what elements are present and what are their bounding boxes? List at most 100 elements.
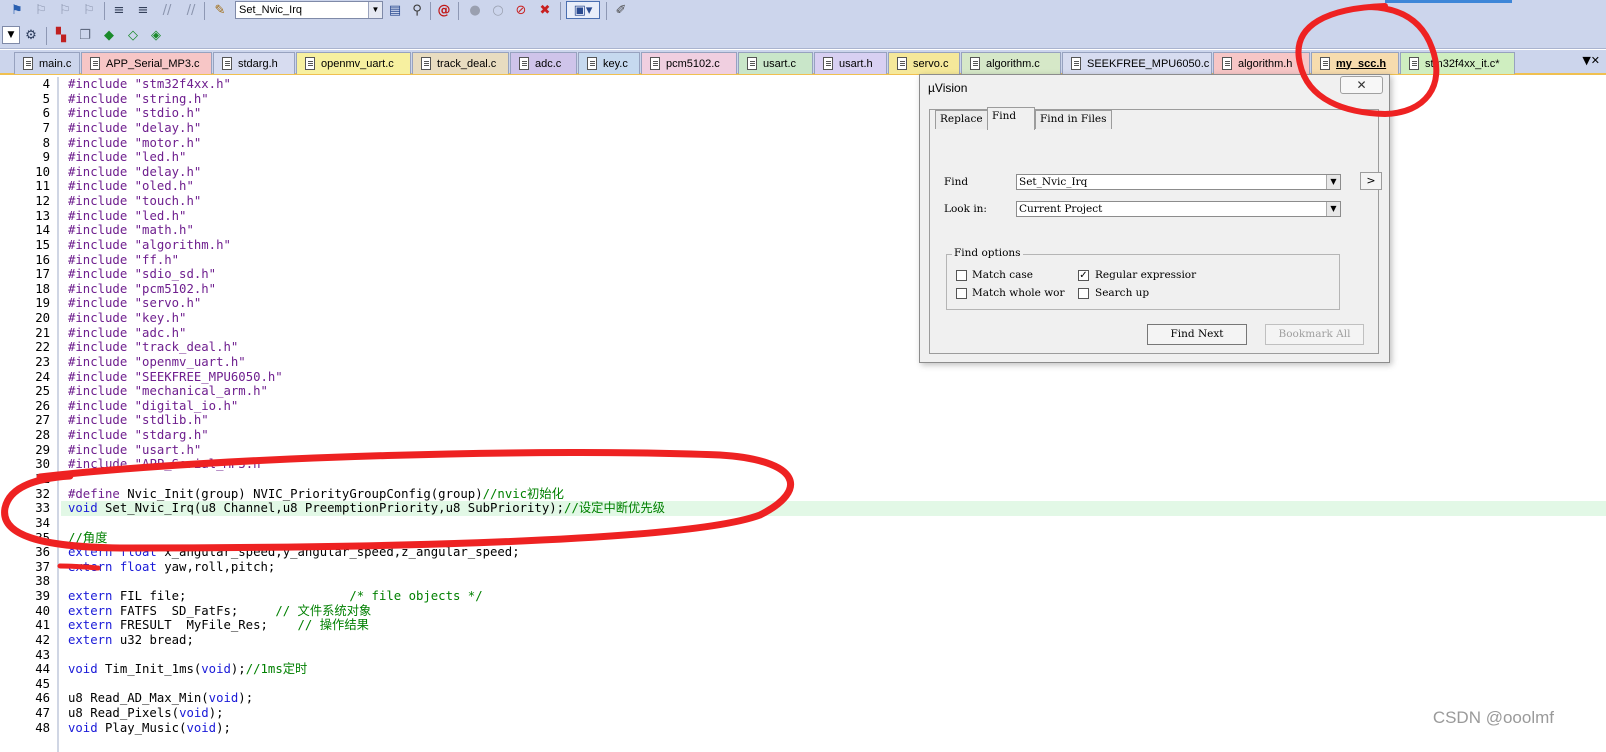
tab-algorithm-c[interactable]: algorithm.c bbox=[961, 52, 1061, 74]
window-layout-icon[interactable]: ▣▾ bbox=[566, 1, 600, 19]
indent-icon[interactable]: ≡ bbox=[110, 1, 128, 19]
code-line[interactable]: #include "servo.h" bbox=[68, 296, 201, 311]
match-case-checkbox[interactable] bbox=[956, 270, 967, 281]
tab-find-in-files[interactable]: Find in Files bbox=[1035, 110, 1112, 129]
options-icon[interactable]: ⚙ bbox=[22, 26, 40, 44]
code-line[interactable]: #include "sdio_sd.h" bbox=[68, 267, 216, 282]
disable-breakpoint-icon[interactable]: ○ bbox=[489, 1, 507, 19]
breakpoint-icon[interactable]: ● bbox=[466, 1, 484, 19]
configure-icon[interactable]: ✐ bbox=[612, 1, 630, 19]
code-line[interactable]: #include "stdlib.h" bbox=[68, 413, 209, 428]
tab-stm32f4xx-it-c[interactable]: stm32f4xx_it.c* bbox=[1400, 52, 1515, 74]
chevron-down-icon[interactable]: ▼ bbox=[2, 26, 20, 44]
unindent-icon[interactable]: ≡ bbox=[134, 1, 152, 19]
look-in-select[interactable]: Current Project ▼ bbox=[1016, 201, 1341, 217]
tab-stdarg-h[interactable]: stdarg.h bbox=[213, 52, 295, 74]
clear-bookmarks-icon[interactable]: ⚐ bbox=[80, 1, 98, 19]
code-line[interactable]: void Tim_Init_1ms(void);//1ms定时 bbox=[68, 662, 307, 677]
code-line[interactable]: #include "touch.h" bbox=[68, 194, 201, 209]
next-bookmark-icon[interactable]: ⚐ bbox=[32, 1, 50, 19]
tab-pcm5102-c[interactable]: pcm5102.c bbox=[641, 52, 737, 74]
code-line[interactable]: #include "oled.h" bbox=[68, 179, 194, 194]
tab-seekfree-mpu6050-c[interactable]: SEEKFREE_MPU6050.c bbox=[1062, 52, 1212, 74]
code-line[interactable]: #include "pcm5102.h" bbox=[68, 282, 216, 297]
regular-expression-checkbox[interactable]: ✓ bbox=[1078, 270, 1089, 281]
copy-icon[interactable]: ❐ bbox=[76, 26, 94, 44]
chevron-down-icon[interactable]: ▼ bbox=[1326, 175, 1340, 189]
code-line[interactable]: extern float yaw,roll,pitch; bbox=[68, 560, 275, 575]
find-in-files-icon[interactable]: ▤ bbox=[386, 1, 404, 19]
select-pack-icon[interactable]: ◇ bbox=[124, 26, 142, 44]
manage-project-icon[interactable]: ▚ bbox=[52, 26, 70, 44]
prev-bookmark-icon[interactable]: ⚐ bbox=[56, 1, 74, 19]
debug-icon[interactable]: @ bbox=[435, 1, 453, 19]
find-next-button[interactable]: Find Next bbox=[1147, 324, 1247, 345]
code-line[interactable]: #include "string.h" bbox=[68, 92, 209, 107]
code-line[interactable]: u8 Read_AD_Max_Min(void); bbox=[68, 691, 253, 706]
code-line[interactable]: #define Nvic_Init(group) NVIC_PriorityGr… bbox=[68, 487, 564, 502]
code-line[interactable]: u8 Read_Pixels(void); bbox=[68, 706, 224, 721]
tab-my-scc-h[interactable]: my_scc.h bbox=[1311, 52, 1399, 74]
code-token: #include bbox=[68, 384, 135, 399]
tab-list-dropdown-icon[interactable]: ▼✕ bbox=[1582, 54, 1600, 67]
match-whole-word-checkbox[interactable] bbox=[956, 288, 967, 299]
find-input[interactable]: Set_Nvic_Irq ▼ bbox=[1016, 174, 1341, 190]
code-line[interactable]: #include "adc.h" bbox=[68, 326, 186, 341]
tab-usart-c[interactable]: usart.c bbox=[738, 52, 813, 74]
code-line[interactable]: extern FIL file; /* file objects */ bbox=[68, 589, 483, 604]
code-line[interactable]: #include "delay.h" bbox=[68, 165, 201, 180]
function-combo[interactable]: Set_Nvic_Irq ▼ bbox=[235, 1, 383, 19]
code-line[interactable]: #include "APP_Serial_MP3.h" bbox=[68, 457, 268, 472]
code-line[interactable]: void Play_Music(void); bbox=[68, 721, 231, 736]
comment-icon[interactable]: // bbox=[158, 1, 176, 19]
chevron-down-icon[interactable]: ▼ bbox=[368, 2, 382, 18]
bookmark-all-button[interactable]: Bookmark All bbox=[1265, 324, 1364, 345]
tab-usart-h[interactable]: usart.h bbox=[814, 52, 887, 74]
code-line[interactable]: #include "track_deal.h" bbox=[68, 340, 238, 355]
code-line[interactable]: extern float x_angular_speed,y_angular_s… bbox=[68, 545, 520, 560]
code-line[interactable]: #include "key.h" bbox=[68, 311, 186, 326]
code-line[interactable]: #include "mechanical_arm.h" bbox=[68, 384, 268, 399]
uncomment-icon[interactable]: // bbox=[182, 1, 200, 19]
kill-breakpoints-icon[interactable]: ⊘ bbox=[512, 1, 530, 19]
code-line[interactable]: #include "motor.h" bbox=[68, 136, 201, 151]
tab-servo-c[interactable]: servo.c bbox=[888, 52, 960, 74]
code-line[interactable]: #include "delay.h" bbox=[68, 121, 201, 136]
code-line[interactable]: #include "ff.h" bbox=[68, 253, 179, 268]
code-line[interactable]: #include "stm32f4xx.h" bbox=[68, 77, 231, 92]
open-function-icon[interactable]: ✎ bbox=[211, 1, 229, 19]
code-line[interactable]: #include "math.h" bbox=[68, 223, 194, 238]
tab-algorithm-h[interactable]: algorithm.h bbox=[1213, 52, 1310, 74]
code-line[interactable]: #include "led.h" bbox=[68, 150, 186, 165]
tab-find[interactable]: Find bbox=[987, 107, 1035, 130]
more-options-button[interactable]: > bbox=[1360, 172, 1382, 190]
code-line[interactable]: extern FATFS SD_FatFs; // 文件系统对象 bbox=[68, 604, 371, 619]
code-line[interactable]: #include "led.h" bbox=[68, 209, 186, 224]
code-line[interactable]: extern u32 bread; bbox=[68, 633, 194, 648]
code-line[interactable]: #include "stdio.h" bbox=[68, 106, 201, 121]
manage-run-time-icon[interactable]: ◈ bbox=[147, 26, 165, 44]
code-line[interactable]: #include "algorithm.h" bbox=[68, 238, 231, 253]
find-icon[interactable]: ⚲ bbox=[408, 1, 426, 19]
code-line[interactable]: #include "digital_io.h" bbox=[68, 399, 238, 414]
code-line[interactable]: #include "SEEKFREE_MPU6050.h" bbox=[68, 370, 283, 385]
flag-icon[interactable]: ⚑ bbox=[8, 1, 26, 19]
code-line[interactable]: //角度 bbox=[68, 531, 107, 546]
code-line[interactable]: #include "usart.h" bbox=[68, 443, 201, 458]
code-line[interactable]: void Set_Nvic_Irq(u8 Channel,u8 Preempti… bbox=[68, 501, 665, 516]
search-up-checkbox[interactable] bbox=[1078, 288, 1089, 299]
clear-breakpoints-icon[interactable]: ✖ bbox=[536, 1, 554, 19]
close-button[interactable]: ✕ bbox=[1340, 76, 1383, 94]
tab-app-serial-mp3-c[interactable]: APP_Serial_MP3.c bbox=[81, 52, 212, 74]
tab-openmv-uart-c[interactable]: openmv_uart.c bbox=[296, 52, 411, 74]
code-line[interactable]: #include "stdarg.h" bbox=[68, 428, 209, 443]
chevron-down-icon[interactable]: ▼ bbox=[1326, 202, 1340, 216]
code-line[interactable]: #include "openmv_uart.h" bbox=[68, 355, 246, 370]
tab-replace[interactable]: Replace bbox=[935, 110, 988, 129]
pack-installer-icon[interactable]: ◆ bbox=[100, 26, 118, 44]
tab-adc-c[interactable]: adc.c bbox=[510, 52, 577, 74]
tab-key-c[interactable]: key.c bbox=[578, 52, 640, 74]
tab-track-deal-c[interactable]: track_deal.c bbox=[412, 52, 509, 74]
tab-main-c[interactable]: main.c bbox=[14, 52, 80, 74]
code-line[interactable]: extern FRESULT MyFile_Res; // 操作结果 bbox=[68, 618, 369, 633]
